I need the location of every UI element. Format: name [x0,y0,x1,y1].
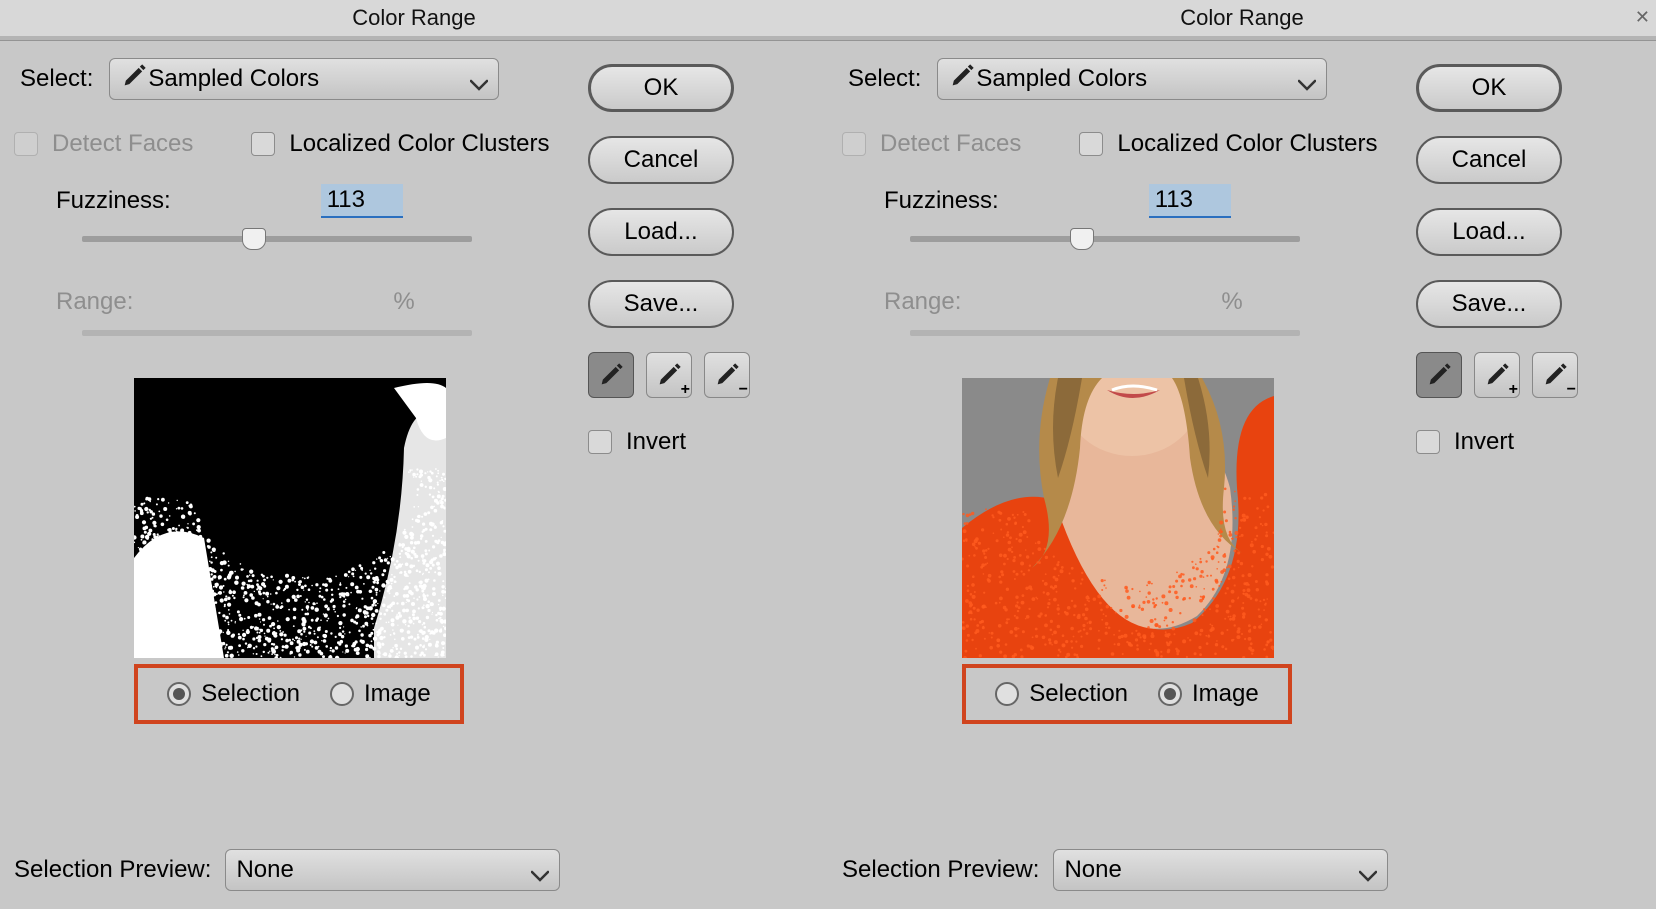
slider-thumb[interactable] [242,228,266,250]
dialog-title: Color Range [352,5,476,31]
selection-preview-dropdown[interactable]: None [1053,849,1388,891]
preview-mode-highlight: Selection Image [134,664,464,724]
range-slider [910,330,1300,336]
load-button[interactable]: Load... [588,208,734,256]
select-label: Select: [848,65,921,93]
chevron-down-icon [470,71,488,97]
plus-icon: + [1509,381,1518,399]
minus-icon: − [739,381,748,399]
image-radio-label: Image [1192,680,1259,708]
chevron-down-icon [1298,71,1316,97]
select-value: Sampled Colors [976,65,1147,93]
selection-radio-label: Selection [1029,680,1128,708]
dialog-title: Color Range [1180,5,1304,31]
range-label: Range: [884,288,961,316]
preview-image [134,378,446,658]
fuzziness-value[interactable]: 113 [321,184,403,218]
detect-faces-checkbox [842,132,866,156]
range-label: Range: [56,288,133,316]
cancel-button[interactable]: Cancel [1416,136,1562,184]
selection-preview-value: None [1064,856,1121,884]
detect-faces-label: Detect Faces [52,130,193,158]
ok-button[interactable]: OK [1416,64,1562,112]
selection-preview-label: Selection Preview: [14,856,211,884]
color-range-dialog: Color Range Select: Sampled Colors Detect F… [0,0,828,909]
preview-mode-highlight: Selection Image [962,664,1292,724]
save-button[interactable]: Save... [1416,280,1562,328]
titlebar: Color Range ✕ [828,0,1656,37]
localized-color-clusters-checkbox[interactable] [1079,132,1103,156]
preview-image [962,378,1274,658]
image-radio[interactable] [1158,682,1182,706]
fuzziness-slider[interactable] [910,236,1300,242]
range-slider [82,330,472,336]
select-dropdown[interactable]: Sampled Colors [937,58,1327,100]
invert-label: Invert [1454,428,1514,456]
eyedropper-subtract-tool[interactable]: − [1532,352,1578,398]
color-range-dialog: Color Range ✕ Select: Sampled Colors Detect … [828,0,1656,909]
selection-radio-label: Selection [201,680,300,708]
titlebar: Color Range [0,0,828,37]
selection-preview-label: Selection Preview: [842,856,1039,884]
selection-preview-dropdown[interactable]: None [225,849,560,891]
selection-radio[interactable] [167,682,191,706]
chevron-down-icon [1359,862,1377,888]
eyedropper-tool[interactable] [1416,352,1462,398]
minus-icon: − [1567,381,1576,399]
invert-checkbox[interactable] [1416,430,1440,454]
localized-color-clusters-checkbox[interactable] [251,132,275,156]
select-dropdown[interactable]: Sampled Colors [109,58,499,100]
fuzziness-label: Fuzziness: [56,187,171,215]
localized-color-clusters-label: Localized Color Clusters [1117,130,1377,158]
detect-faces-checkbox [14,132,38,156]
close-icon[interactable]: ✕ [1635,7,1650,28]
eyedropper-tool[interactable] [588,352,634,398]
range-unit: % [393,288,414,316]
localized-color-clusters-label: Localized Color Clusters [289,130,549,158]
fuzziness-label: Fuzziness: [884,187,999,215]
image-radio[interactable] [330,682,354,706]
slider-thumb[interactable] [1070,228,1094,250]
chevron-down-icon [531,862,549,888]
ok-button[interactable]: OK [588,64,734,112]
fuzziness-value[interactable]: 113 [1149,184,1231,218]
image-radio-label: Image [364,680,431,708]
selection-preview-value: None [236,856,293,884]
eyedropper-icon [120,62,148,96]
cancel-button[interactable]: Cancel [588,136,734,184]
invert-checkbox[interactable] [588,430,612,454]
eyedropper-add-tool[interactable]: + [1474,352,1520,398]
plus-icon: + [681,381,690,399]
range-unit: % [1221,288,1242,316]
eyedropper-subtract-tool[interactable]: − [704,352,750,398]
eyedropper-add-tool[interactable]: + [646,352,692,398]
fuzziness-slider[interactable] [82,236,472,242]
select-value: Sampled Colors [148,65,319,93]
load-button[interactable]: Load... [1416,208,1562,256]
invert-label: Invert [626,428,686,456]
eyedropper-icon [948,62,976,96]
save-button[interactable]: Save... [588,280,734,328]
detect-faces-label: Detect Faces [880,130,1021,158]
select-label: Select: [20,65,93,93]
selection-radio[interactable] [995,682,1019,706]
